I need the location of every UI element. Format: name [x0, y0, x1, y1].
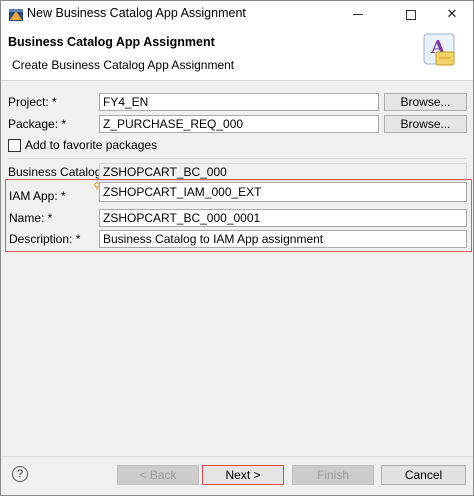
iam-app-field[interactable]: ZSHOPCART_IAM_000_EXT — [99, 182, 467, 202]
business-catalog-label: Business Catalog: * — [8, 165, 113, 179]
close-icon[interactable]: ✕ — [429, 1, 474, 28]
page-title: Business Catalog App Assignment — [8, 35, 215, 49]
window-title: New Business Catalog App Assignment — [27, 6, 246, 20]
favorite-checkbox[interactable] — [8, 139, 21, 152]
eclipse-app-icon — [9, 9, 23, 21]
next-button[interactable]: Next > — [202, 465, 284, 485]
name-label: Name: * — [9, 211, 53, 225]
favorite-label: Add to favorite packages — [25, 138, 158, 152]
title-bar: New Business Catalog App Assignment ✕ — [1, 1, 473, 28]
project-label: Project: * — [8, 95, 57, 109]
back-button[interactable]: < Back — [117, 465, 199, 485]
minimize-icon[interactable] — [335, 1, 381, 28]
package-browse-button[interactable]: Browse... — [384, 115, 467, 133]
footer-separator — [1, 456, 473, 457]
package-field[interactable]: Z_PURCHASE_REQ_000 — [99, 115, 379, 133]
dialog-window: New Business Catalog App Assignment ✕ Bu… — [0, 0, 474, 496]
page-subtitle: Create Business Catalog App Assignment — [12, 58, 235, 72]
cancel-button[interactable]: Cancel — [381, 465, 466, 485]
project-browse-button[interactable]: Browse... — [384, 93, 467, 111]
app-wizard-icon: A — [423, 33, 455, 66]
iam-app-label: IAM App: * — [9, 189, 66, 203]
name-field[interactable]: ZSHOPCART_BC_000_0001 — [99, 209, 467, 227]
package-label: Package: * — [8, 117, 67, 131]
finish-button[interactable]: Finish — [292, 465, 374, 485]
wizard-header: Business Catalog App Assignment Create B… — [1, 28, 473, 81]
description-label: Description: * — [9, 232, 81, 246]
description-field[interactable]: Business Catalog to IAM App assignment — [99, 230, 467, 248]
project-field[interactable]: FY4_EN — [99, 93, 379, 111]
maximize-icon[interactable] — [388, 1, 434, 28]
help-icon[interactable]: ? — [12, 466, 28, 482]
separator — [8, 158, 466, 159]
